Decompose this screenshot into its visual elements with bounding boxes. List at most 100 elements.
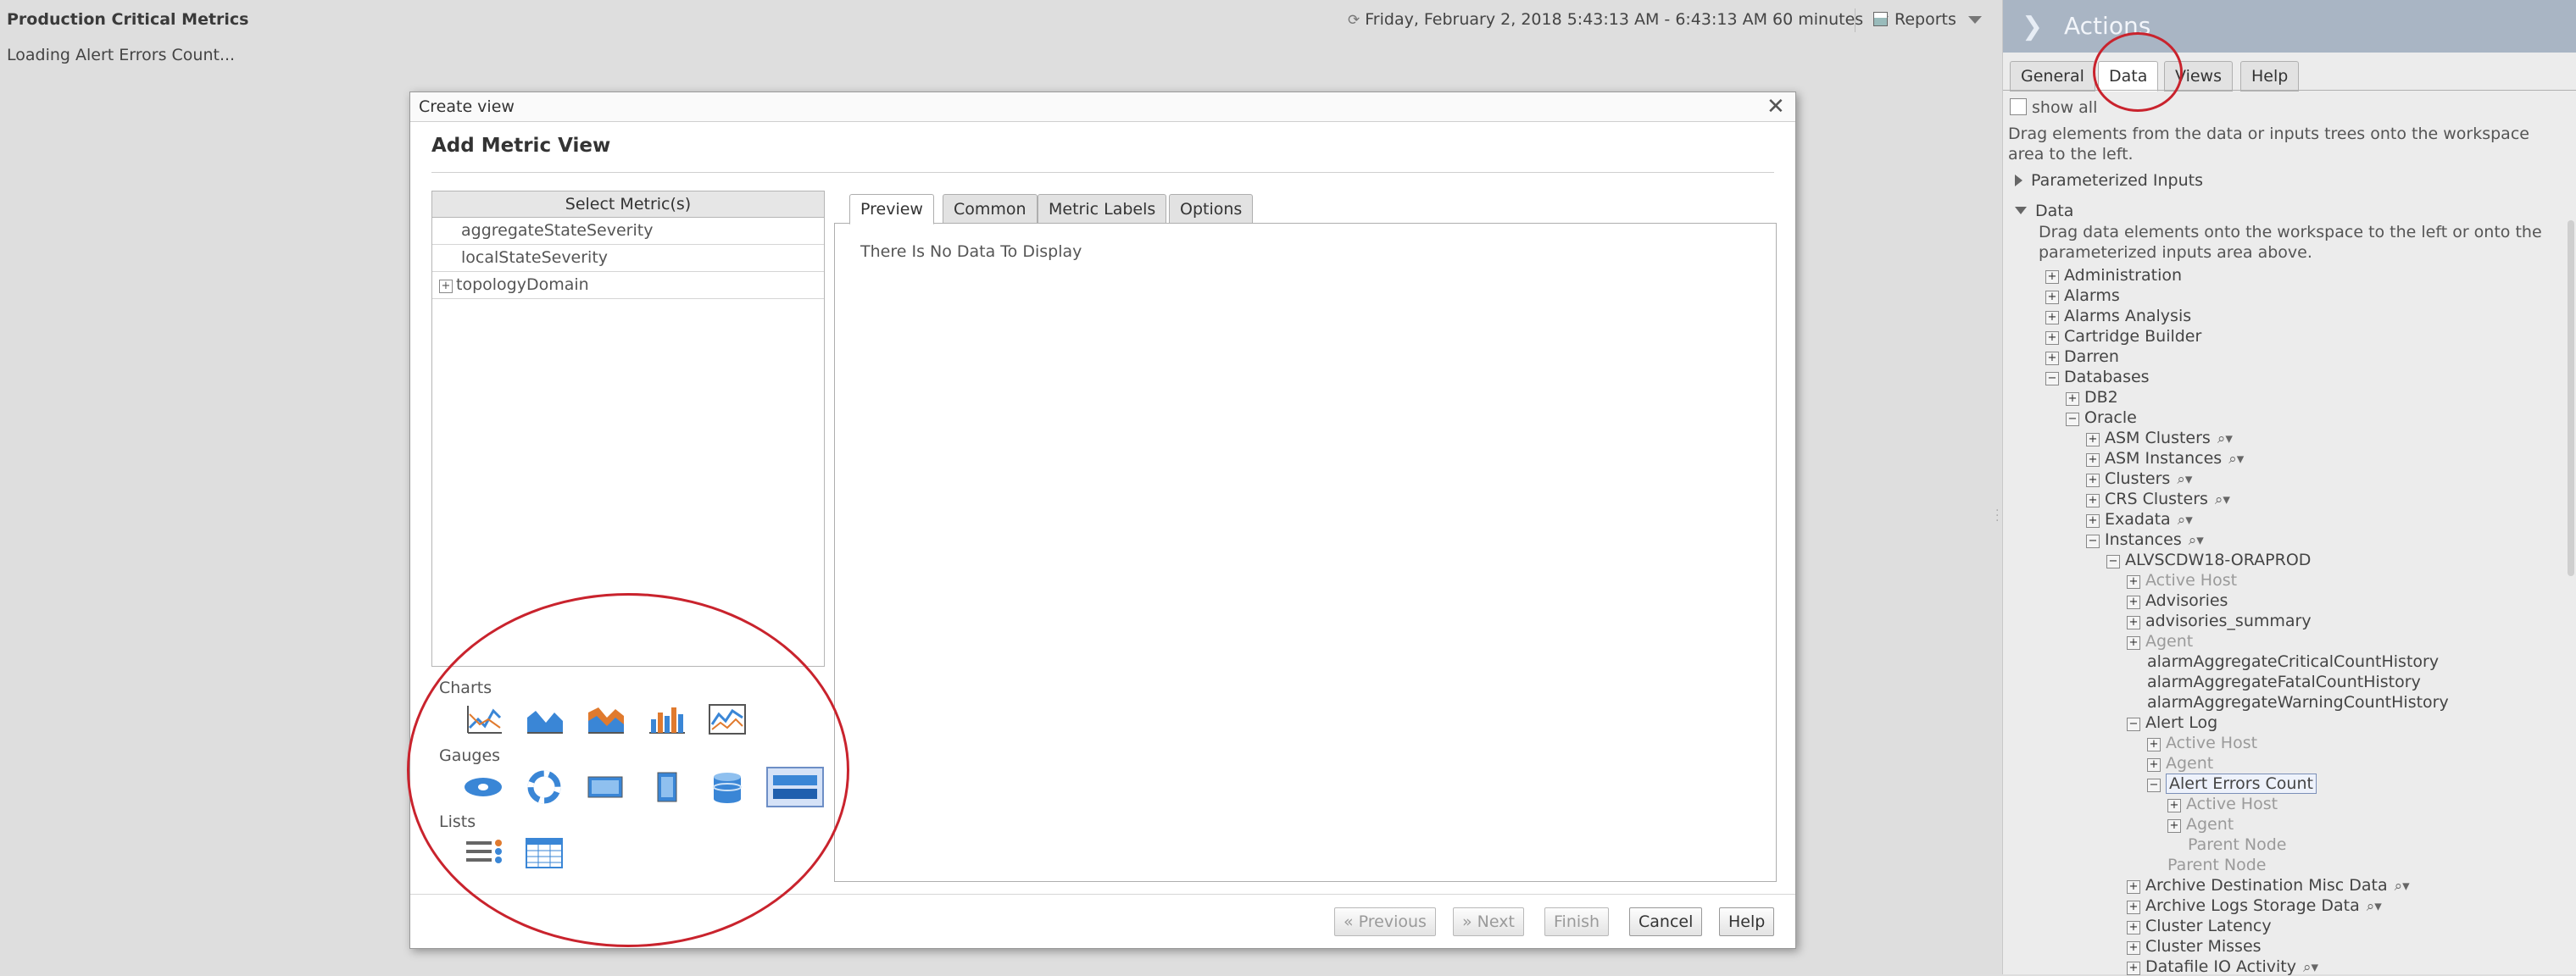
search-icon[interactable]: ⌕▾ <box>2395 878 2410 895</box>
tree-item[interactable]: alarmAggregateWarningCountHistory <box>2147 693 2449 712</box>
tree-label: Active Host <box>2166 734 2258 752</box>
plus-icon: + <box>2086 514 2100 528</box>
tree-label: Cluster Latency <box>2145 917 2272 935</box>
tree-item[interactable]: alarmAggregateFatalCountHistory <box>2147 673 2421 691</box>
tree-label: ASM Clusters <box>2105 429 2211 447</box>
plus-icon: + <box>2045 331 2059 345</box>
list-item[interactable]: + topologyDomain <box>432 272 824 299</box>
previous-button[interactable]: « Previous <box>1334 907 1436 936</box>
tree-item[interactable]: + Alarms Analysis <box>2045 307 2191 325</box>
plus-icon: + <box>2127 941 2140 955</box>
annotation-circle <box>2093 32 2183 112</box>
tree-item-selected[interactable]: − Alert Errors Count <box>2147 774 2317 794</box>
tree-item[interactable]: + Cluster Latency <box>2127 917 2272 935</box>
reports-menu[interactable]: Reports <box>1873 10 1982 29</box>
tree-item[interactable]: + Darren <box>2045 347 2119 366</box>
tab-options[interactable]: Options <box>1169 194 1254 225</box>
plus-icon: + <box>2127 962 2140 975</box>
tree-item[interactable]: + Agent <box>2127 632 2193 651</box>
tree-label: advisories_summary <box>2145 612 2312 630</box>
tree-item[interactable]: + advisories_summary <box>2127 612 2312 630</box>
search-icon[interactable]: ⌕▾ <box>2367 898 2382 915</box>
cancel-button[interactable]: Cancel <box>1629 907 1703 936</box>
tree-item[interactable]: + Cartridge Builder <box>2045 327 2201 346</box>
tree-data[interactable]: Data <box>2015 202 2073 220</box>
tree-label: Agent <box>2186 815 2234 834</box>
tree-item[interactable]: + ASM Clusters ⌕▾ <box>2086 429 2233 447</box>
search-icon[interactable]: ⌕▾ <box>2215 491 2230 508</box>
tree-item[interactable]: alarmAggregateCriticalCountHistory <box>2147 652 2439 671</box>
tree-item[interactable]: + CRS Clusters ⌕▾ <box>2086 490 2230 508</box>
tree-label: Data <box>2035 202 2074 220</box>
plus-icon: + <box>2167 819 2181 833</box>
dialog-title: Create view <box>419 97 515 116</box>
tree-label: Active Host <box>2186 795 2278 813</box>
tab-common[interactable]: Common <box>943 194 1038 225</box>
chevron-down-icon <box>1967 16 1982 24</box>
finish-button[interactable]: Finish <box>1544 907 1610 936</box>
search-icon[interactable]: ⌕▾ <box>2189 532 2204 549</box>
panel-scrollbar[interactable] <box>2568 220 2574 576</box>
collapse-arrow-icon <box>2015 207 2027 214</box>
tree-item[interactable]: + Administration <box>2045 266 2182 285</box>
tab-general[interactable]: General <box>2010 61 2095 92</box>
tree-label: Datafile IO Activity <box>2145 957 2296 976</box>
tree-item[interactable]: + Alarms <box>2045 286 2120 305</box>
search-icon[interactable]: ⌕▾ <box>2228 451 2244 468</box>
tree-item[interactable]: Parent Node <box>2188 835 2286 854</box>
tree-item[interactable]: + Advisories <box>2127 591 2228 610</box>
tree-item[interactable]: + Agent <box>2147 754 2213 773</box>
tree-item[interactable]: − Oracle <box>2066 408 2137 427</box>
tree-item[interactable]: + Active Host <box>2147 734 2257 752</box>
search-icon[interactable]: ⌕▾ <box>2303 959 2318 976</box>
splitter-handle[interactable]: · · · <box>1995 505 1999 527</box>
tree-label: CRS Clusters <box>2105 490 2208 508</box>
time-range-selector[interactable]: ⟳ Friday, February 2, 2018 5:43:13 AM - 6… <box>1348 10 1889 29</box>
list-item[interactable]: localStateSeverity <box>432 245 824 272</box>
minus-icon: − <box>2106 555 2120 568</box>
tree-label: Alarms Analysis <box>2064 307 2192 325</box>
collapse-arrow-icon[interactable]: ❯ <box>2022 12 2043 42</box>
show-all-checkbox[interactable] <box>2010 98 2027 115</box>
dialog-titlebar[interactable]: Create view ✕ <box>410 92 1795 122</box>
plus-icon: + <box>2086 453 2100 467</box>
preview-panel: There Is No Data To Display <box>834 223 1777 882</box>
search-icon[interactable]: ⌕▾ <box>2178 512 2193 529</box>
tree-item[interactable]: + ASM Instances ⌕▾ <box>2086 449 2244 468</box>
tree-item[interactable]: + Datafile IO Activity ⌕▾ <box>2127 957 2318 976</box>
actions-panel: ❯ Actions General Data Views Help show a… <box>2002 0 2576 976</box>
tree-item[interactable]: Parent Node <box>2167 856 2266 874</box>
tree-item[interactable]: − Instances ⌕▾ <box>2086 530 2204 549</box>
minus-icon: − <box>2127 718 2140 731</box>
minus-icon: − <box>2066 413 2079 426</box>
tree-item[interactable]: + Active Host <box>2127 571 2237 590</box>
list-item[interactable]: aggregateStateSeverity <box>432 218 824 245</box>
next-button[interactable]: » Next <box>1453 907 1524 936</box>
tree-item[interactable]: + DB2 <box>2066 388 2118 407</box>
tree-item[interactable]: + Archive Logs Storage Data ⌕▾ <box>2127 896 2382 915</box>
tree-parameterized-inputs[interactable]: Parameterized Inputs <box>2015 171 2203 190</box>
tree-item[interactable]: + Clusters ⌕▾ <box>2086 469 2192 488</box>
tree-label: Oracle <box>2084 408 2137 427</box>
tree-label: Darren <box>2064 347 2119 366</box>
tree-item[interactable]: − ALVSCDW18-ORAPROD <box>2106 551 2311 569</box>
tab-help[interactable]: Help <box>2240 61 2300 92</box>
tree-item[interactable]: + Archive Destination Misc Data ⌕▾ <box>2127 876 2410 895</box>
tree-item[interactable]: + Active Host <box>2167 795 2278 813</box>
tree-item[interactable]: + Exadata ⌕▾ <box>2086 510 2193 529</box>
tree-item[interactable]: + Agent <box>2167 815 2234 834</box>
tab-metric-labels[interactable]: Metric Labels <box>1038 194 1167 225</box>
tab-preview[interactable]: Preview <box>849 194 934 225</box>
tree-item[interactable]: − Alert Log <box>2127 713 2217 732</box>
tree-label: ALVSCDW18-ORAPROD <box>2125 551 2312 569</box>
plus-icon: + <box>2045 291 2059 304</box>
show-all-label: show all <box>2032 98 2098 117</box>
tree-item[interactable]: − Databases <box>2045 368 2150 386</box>
close-icon[interactable]: ✕ <box>1766 94 1785 119</box>
metric-label: localStateSeverity <box>461 248 609 267</box>
search-icon[interactable]: ⌕▾ <box>2177 471 2192 488</box>
help-button[interactable]: Help <box>1719 907 1775 936</box>
plus-icon: + <box>439 280 453 293</box>
tree-item[interactable]: + Cluster Misses <box>2127 937 2262 956</box>
search-icon[interactable]: ⌕▾ <box>2217 430 2233 447</box>
